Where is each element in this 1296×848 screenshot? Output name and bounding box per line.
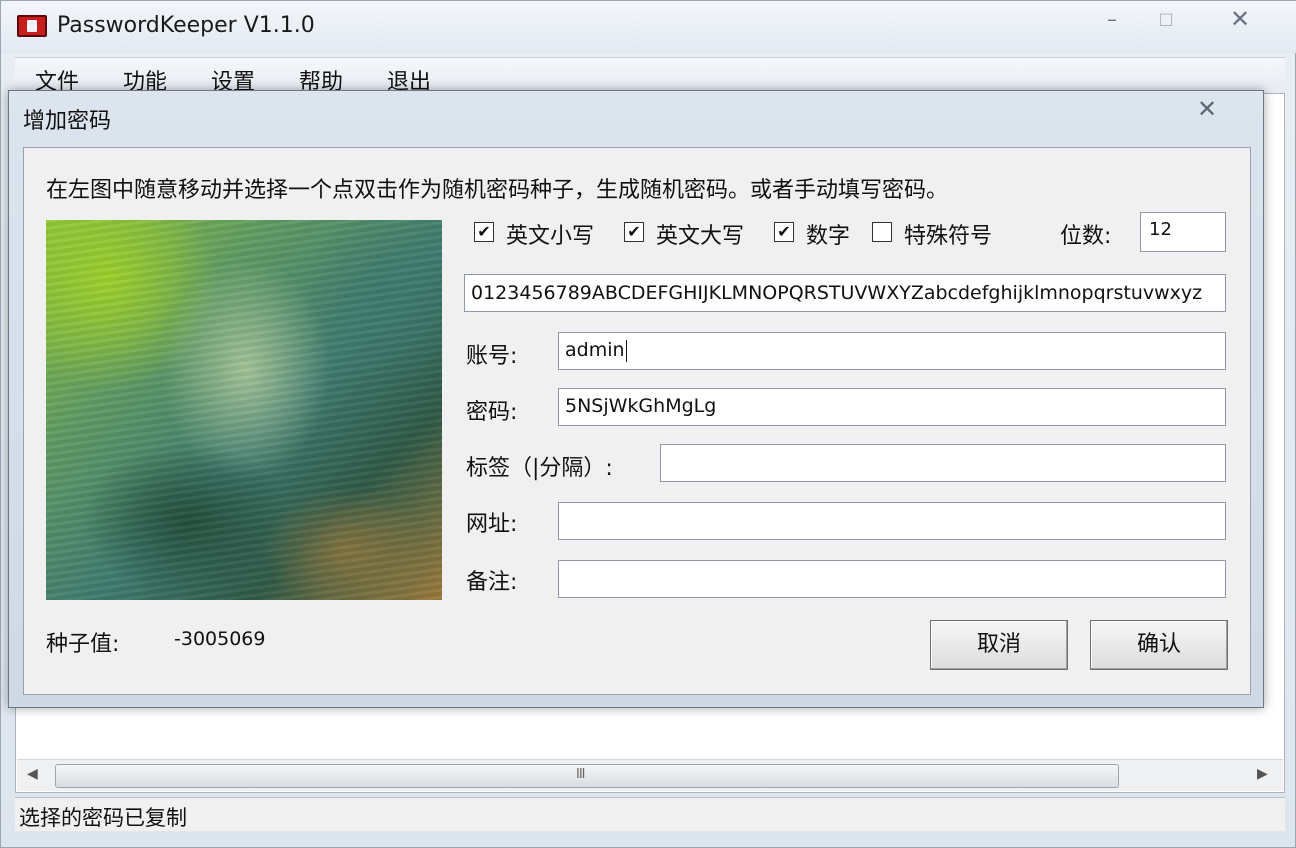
dialog-close-icon[interactable]: ✕ (1189, 95, 1225, 123)
add-password-dialog: 增加密码 ✕ 在左图中随意移动并选择一个点双击作为随机密码种子，生成随机密码。或… (8, 90, 1264, 708)
scroll-grip: III (576, 767, 585, 782)
scroll-thumb[interactable]: III (55, 764, 1119, 788)
cancel-button[interactable]: 取消 (930, 620, 1068, 670)
text-caret (625, 339, 627, 362)
checkbox-digits-label: 数字 (806, 224, 851, 249)
note-label: 备注: (466, 570, 518, 595)
app-titlebar[interactable]: PasswordKeeper V1.1.0 – □ ✕ (1, 1, 1296, 53)
account-label: 账号: (466, 344, 518, 369)
account-input[interactable]: admin (558, 332, 1226, 370)
dialog-body: 在左图中随意移动并选择一个点双击作为随机密码种子，生成随机密码。或者手动填写密码… (23, 147, 1251, 695)
minimize-icon[interactable]: – (1095, 7, 1129, 31)
menubar: 文件 功能 设置 帮助 退出 (15, 57, 1285, 95)
checkbox-lowercase-box[interactable]: ✔ (474, 222, 494, 242)
dialog-title: 增加密码 (23, 109, 112, 134)
tags-input[interactable] (660, 444, 1226, 482)
app-logo-icon (17, 15, 47, 37)
length-label: 位数: (1060, 224, 1112, 249)
instruction-text: 在左图中随意移动并选择一个点双击作为随机密码种子，生成随机密码。或者手动填写密码… (46, 178, 949, 203)
maximize-icon[interactable]: □ (1149, 7, 1183, 31)
seed-label: 种子值: (46, 632, 120, 657)
scroll-right-arrow-icon[interactable]: ▶ (1257, 766, 1268, 782)
status-bar: 选择的密码已复制 (15, 797, 1285, 831)
checkbox-lowercase-label: 英文小写 (506, 224, 595, 249)
note-input[interactable] (558, 560, 1226, 598)
close-icon[interactable]: ✕ (1223, 7, 1257, 31)
url-label: 网址: (466, 512, 518, 537)
tags-label: 标签（|分隔）: (466, 456, 613, 481)
seed-value: -3005069 (174, 628, 266, 650)
url-input[interactable] (558, 502, 1226, 540)
app-title: PasswordKeeper V1.1.0 (57, 13, 315, 38)
account-value: admin (565, 339, 625, 361)
password-label: 密码: (466, 400, 518, 425)
confirm-button[interactable]: 确认 (1090, 620, 1228, 670)
scroll-left-arrow-icon[interactable]: ◀ (27, 766, 38, 782)
checkbox-special-label: 特殊符号 (904, 224, 993, 249)
seed-picker-image[interactable] (46, 220, 442, 600)
checkbox-digits-box[interactable]: ✔ (774, 222, 794, 242)
charset-input[interactable]: 0123456789ABCDEFGHIJKLMNOPQRSTUVWXYZabcd… (464, 274, 1226, 312)
horizontal-scrollbar[interactable]: ◀ III ▶ (17, 759, 1283, 791)
checkbox-special-box[interactable] (872, 222, 892, 242)
checkbox-uppercase-label: 英文大写 (656, 224, 745, 249)
length-input[interactable]: 12 (1140, 212, 1226, 252)
checkbox-uppercase-box[interactable]: ✔ (624, 222, 644, 242)
password-input[interactable]: 5NSjWkGhMgLg (558, 388, 1226, 426)
status-text: 选择的密码已复制 (19, 806, 187, 830)
